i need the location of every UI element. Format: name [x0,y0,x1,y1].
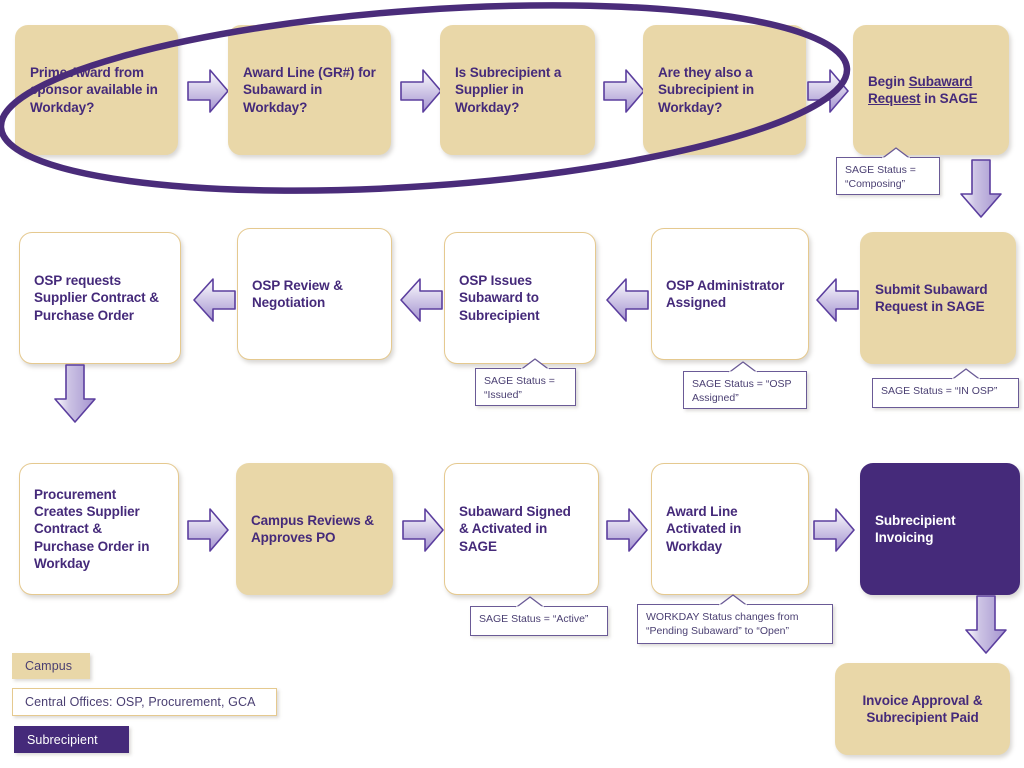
callout-workday-status: WORKDAY Status changes from “Pending Sub… [637,594,833,644]
callout-active: SAGE Status = “Active” [470,596,608,636]
arrow-left-4 [812,276,860,324]
process-box-label: Begin Subaward Request in SAGE [868,73,994,107]
callout-text: SAGE Status = “OSP Assigned” [692,378,792,404]
arrow-left-1 [189,276,237,324]
process-box-label: Submit Subaward Request in SAGE [875,281,988,314]
callout-tail [718,594,752,606]
callout-text: SAGE Status = “IN OSP” [881,385,998,397]
process-box-label: Subaward Signed & Activated in SAGE [459,504,571,554]
process-box-procurement-creates[interactable]: Procurement Creates Supplier Contract & … [19,463,179,595]
flowchart-canvas: Prime Award from sponsor available in Wo… [0,0,1024,768]
callout-text: SAGE Status = “Composing” [845,164,916,190]
arrow-down-3 [963,594,1009,656]
process-box-label: OSP Administrator Assigned [666,277,785,310]
process-box-label: Prime Award from sponsor available in Wo… [30,65,158,115]
begin-subaward-post: in SAGE [920,91,978,106]
callout-tail [515,596,549,608]
process-box-label: Procurement Creates Supplier Contract & … [34,487,150,571]
process-box-label: Campus Reviews & Approves PO [251,512,374,545]
callout-in-osp: SAGE Status = “IN OSP” [872,368,1019,408]
callout-tail [881,147,915,159]
callout-text: SAGE Status = “Issued” [484,375,555,401]
legend-label: Subrecipient [27,732,98,747]
callout-text: WORKDAY Status changes from “Pending Sub… [646,611,799,637]
callout-osp-assigned: SAGE Status = “OSP Assigned” [683,361,807,409]
process-box-label: Is Subrecipient a Supplier in Workday? [455,65,562,115]
arrow-right-4 [806,67,850,115]
legend-item-campus: Campus [12,653,90,679]
process-box-label: OSP Review & Negotiation [252,277,343,310]
process-box-label: Invoice Approval & Subrecipient Paid [862,692,983,725]
legend-item-subrecipient: Subrecipient [14,726,129,753]
arrow-right-3 [602,67,646,115]
arrow-down-2 [52,363,98,425]
process-box-label: Subrecipient Invoicing [875,512,956,545]
process-box-award-line-activated[interactable]: Award Line Activated in Workday [651,463,809,595]
arrow-right-8 [812,506,856,554]
callout-composing: SAGE Status = “Composing” [836,147,940,195]
arrow-right-2 [399,67,443,115]
callout-tail [728,361,762,373]
process-box-subrecipient-invoicing[interactable]: Subrecipient Invoicing [860,463,1020,595]
callout-tail [520,358,554,370]
process-box-osp-admin-assigned[interactable]: OSP Administrator Assigned [651,228,809,360]
process-box-prime-award[interactable]: Prime Award from sponsor available in Wo… [15,25,178,155]
arrow-right-5 [186,506,230,554]
process-box-osp-review[interactable]: OSP Review & Negotiation [237,228,392,360]
process-box-award-line-gr[interactable]: Award Line (GR#) for Subaward in Workday… [228,25,391,155]
callout-text: SAGE Status = “Active” [479,613,589,625]
callout-tail [951,368,985,380]
arrow-right-1 [186,67,230,115]
arrow-left-2 [396,276,444,324]
arrow-down-1 [958,158,1004,220]
legend-label: Campus [25,659,73,673]
arrow-left-3 [602,276,650,324]
process-box-label: OSP requests Supplier Contract & Purchas… [34,273,159,323]
begin-subaward-pre: Begin [868,73,909,89]
process-box-label: Are they also a Subrecipient in Workday? [658,65,755,115]
process-box-subaward-signed[interactable]: Subaward Signed & Activated in SAGE [444,463,599,595]
legend-label: Central Offices: OSP, Procurement, GCA [25,695,256,709]
process-box-osp-requests-supplier[interactable]: OSP requests Supplier Contract & Purchas… [19,232,181,364]
process-box-invoice-approval[interactable]: Invoice Approval & Subrecipient Paid [835,663,1010,755]
legend-item-central-offices: Central Offices: OSP, Procurement, GCA [12,688,277,716]
process-box-osp-issues[interactable]: OSP Issues Subaward to Subrecipient [444,232,596,364]
process-box-label: OSP Issues Subaward to Subrecipient [459,273,540,323]
process-box-is-supplier[interactable]: Is Subrecipient a Supplier in Workday? [440,25,595,155]
process-box-is-subrecipient[interactable]: Are they also a Subrecipient in Workday? [643,25,806,155]
process-box-label: Award Line Activated in Workday [666,504,742,554]
arrow-right-7 [605,506,649,554]
process-box-submit-subaward[interactable]: Submit Subaward Request in SAGE [860,232,1016,364]
arrow-right-6 [401,506,445,554]
process-box-campus-reviews-po[interactable]: Campus Reviews & Approves PO [236,463,393,595]
callout-issued: SAGE Status = “Issued” [475,358,576,406]
process-box-label: Award Line (GR#) for Subaward in Workday… [243,65,376,115]
process-box-begin-subaward[interactable]: Begin Subaward Request in SAGE [853,25,1009,155]
